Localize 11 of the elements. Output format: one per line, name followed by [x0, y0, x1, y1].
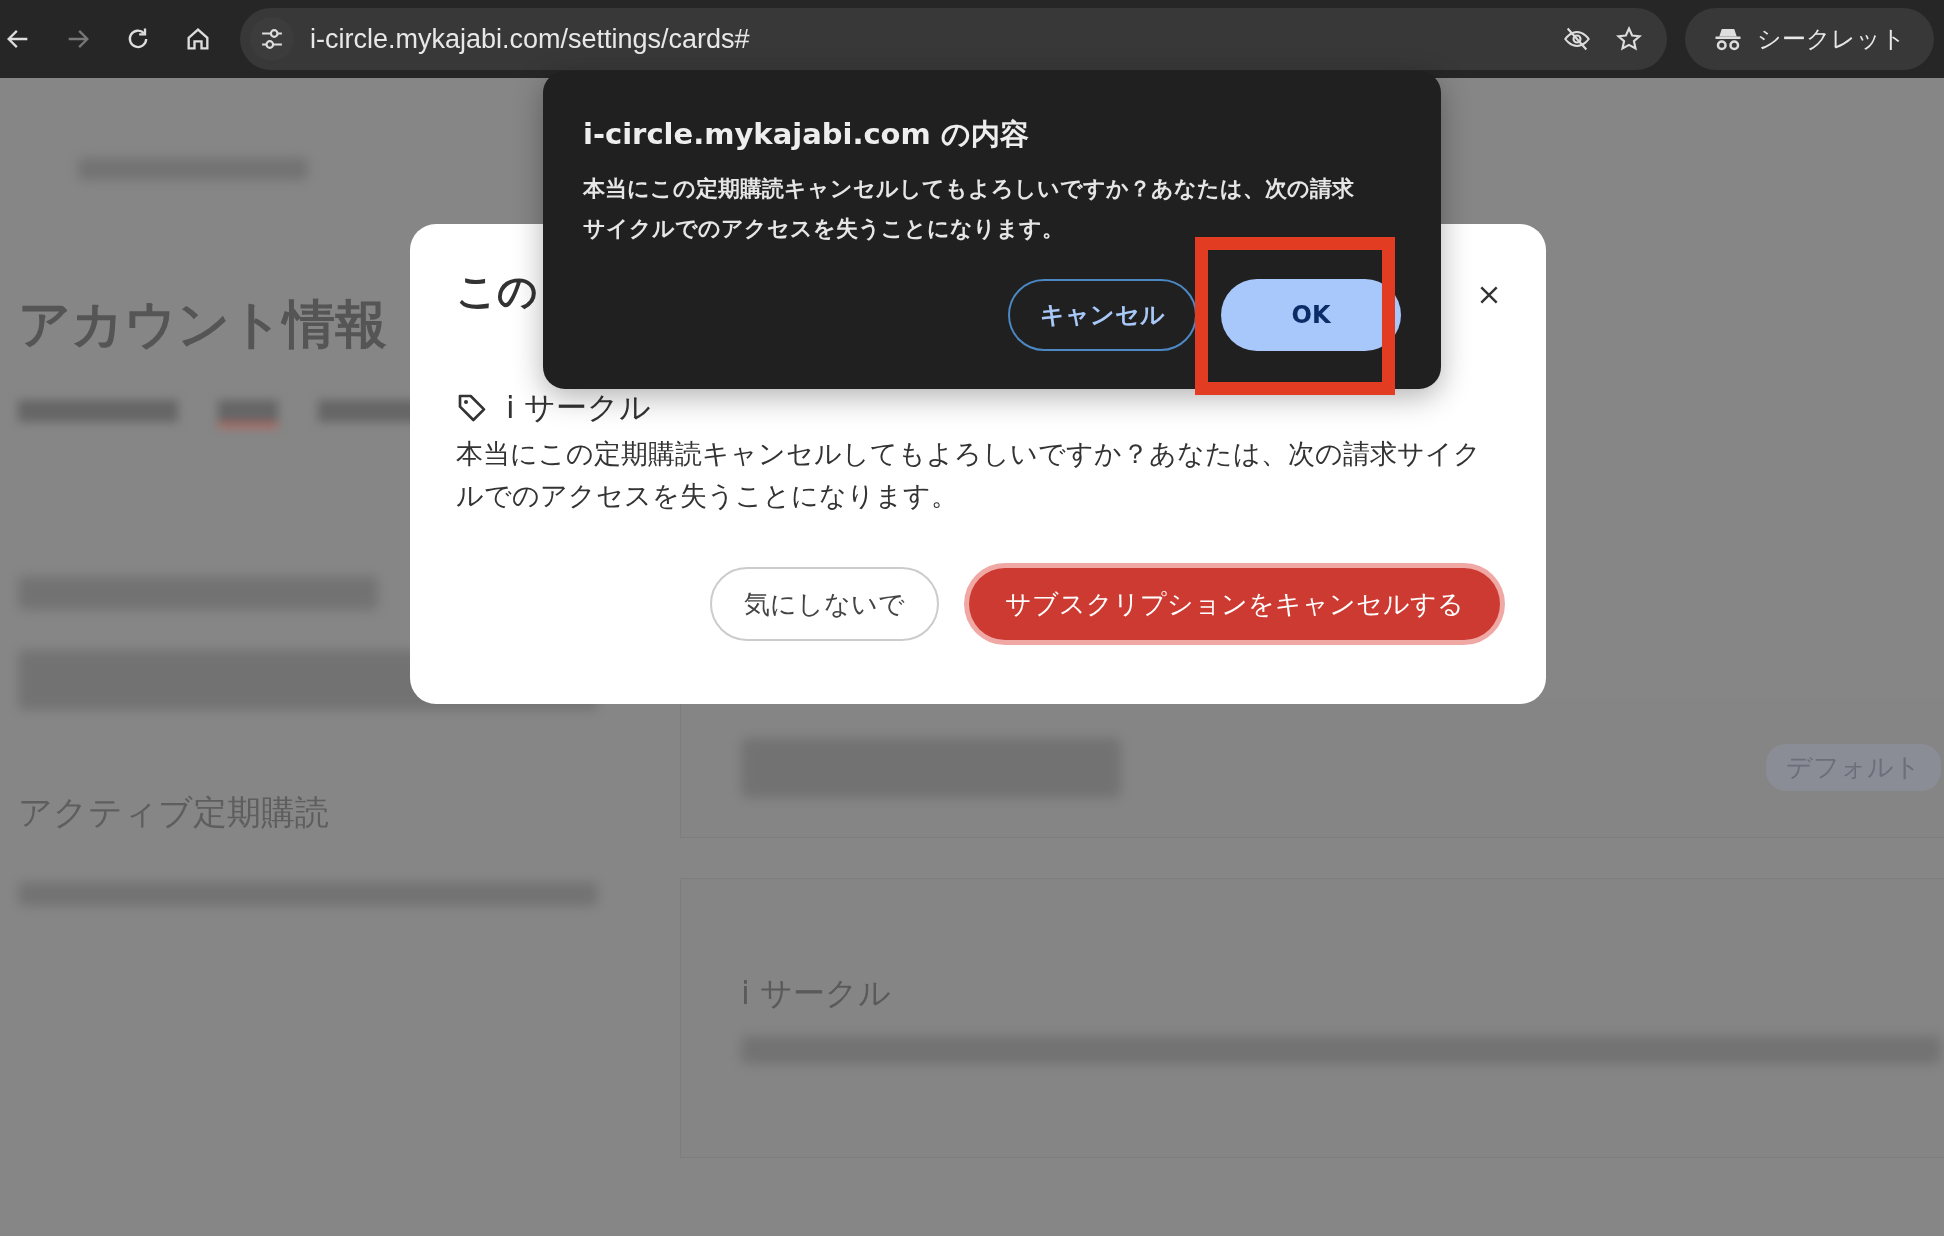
- dialog-message: 本当にこの定期購読キャンセルしてもよろしいですか？あなたは、次の請求サイクルでのアクセスを失うことになります。: [583, 175, 1355, 243]
- dismiss-button[interactable]: 気にしないで: [710, 567, 939, 641]
- product-name: i サークル: [506, 388, 652, 427]
- cancel-button[interactable]: キャンセル: [1008, 279, 1197, 351]
- dialog-title: i-circle.mykajabi.com の内容: [583, 116, 1030, 153]
- modal-title: この: [456, 267, 538, 316]
- modal-message: 本当にこの定期購読キャンセルしてもよろしいですか？あなたは、次の請求サイクルでのアクセスを失うことになります。: [456, 437, 1482, 513]
- address-bar[interactable]: i-circle.mykajabi.com/settings/cards#: [240, 8, 1667, 70]
- url-text: i-circle.mykajabi.com/settings/cards#: [310, 23, 751, 55]
- ok-button[interactable]: OK: [1221, 279, 1401, 351]
- incognito-button[interactable]: シークレット: [1685, 8, 1934, 70]
